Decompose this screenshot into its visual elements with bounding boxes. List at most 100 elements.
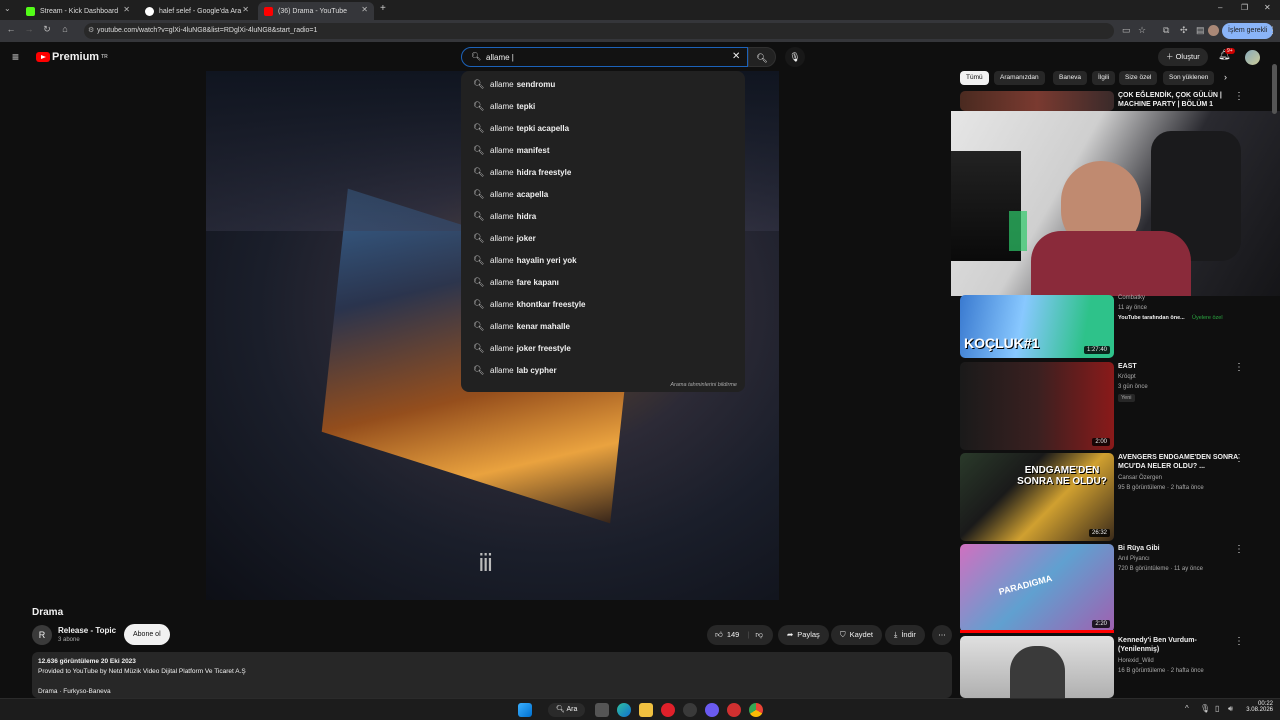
task-view-icon[interactable] bbox=[595, 703, 609, 717]
video-thumbnail[interactable]: 2:00 bbox=[960, 362, 1114, 450]
address-bar[interactable]: ⚙ youtube.com/watch?v=glXi-4luNG8&list=R… bbox=[84, 23, 1114, 39]
clock[interactable]: 00:22 3.08.2026 bbox=[1245, 701, 1273, 713]
chip-3[interactable]: İlgili bbox=[1092, 71, 1116, 85]
more-vert-icon[interactable]: ⋮ bbox=[1234, 91, 1244, 102]
tab-google-search[interactable]: halef selef - Google'da Ara ✕ bbox=[139, 2, 255, 20]
chip-0[interactable]: Tümü bbox=[960, 71, 989, 85]
puzzle-icon[interactable]: ✣ bbox=[1180, 25, 1188, 36]
file-explorer-icon[interactable] bbox=[639, 703, 653, 717]
video-thumbnail[interactable] bbox=[960, 636, 1114, 698]
edge-icon[interactable] bbox=[617, 703, 631, 717]
account-avatar[interactable] bbox=[1245, 50, 1260, 65]
new-tab-button[interactable]: + bbox=[380, 3, 386, 14]
channel-avatar[interactable]: R bbox=[32, 625, 52, 645]
install-app-icon[interactable]: ▭ bbox=[1122, 25, 1131, 36]
app-icon[interactable] bbox=[727, 703, 741, 717]
related-video-5[interactable]: PARADIGMA 2:20 Bi Rüya Gibi Anıl Piyancı… bbox=[960, 544, 1270, 634]
youtube-premium-logo[interactable]: Premium TR bbox=[36, 51, 108, 63]
create-button[interactable]: ＋ Oluştur bbox=[1158, 48, 1208, 66]
dislike-icon[interactable]: 👎︎ bbox=[755, 625, 763, 645]
discord-icon[interactable] bbox=[705, 703, 719, 717]
more-vert-icon[interactable]: ⋮ bbox=[1234, 362, 1244, 373]
close-window-button[interactable]: ✕ bbox=[1264, 3, 1271, 12]
back-icon[interactable]: ← bbox=[4, 24, 18, 34]
video-thumbnail[interactable] bbox=[960, 91, 1114, 111]
channel-name[interactable]: Release - Topic bbox=[58, 626, 116, 635]
search-suggestion-item[interactable]: 🔍︎ allame hidra freestyle bbox=[461, 161, 745, 183]
search-suggestion-item[interactable]: 🔍︎ allame tepki bbox=[461, 95, 745, 117]
video-thumbnail[interactable]: KOÇLUK#1 1:27:40 bbox=[960, 295, 1114, 358]
related-video-6[interactable]: Kennedy'i Ben Vurdum-(Yenilenmiş) Horexi… bbox=[960, 636, 1270, 698]
minimize-button[interactable]: – bbox=[1218, 3, 1222, 12]
search-suggestion-item[interactable]: 🔍︎ allame khontkar freestyle bbox=[461, 293, 745, 315]
home-icon[interactable]: ⌂ bbox=[58, 24, 72, 34]
related-video-title[interactable]: Kennedy'i Ben Vurdum-(Yenilenmiş) bbox=[1118, 636, 1238, 654]
action-required-button[interactable]: İşlem gerekli bbox=[1222, 23, 1274, 39]
chevron-up-icon[interactable]: ^ bbox=[1185, 704, 1189, 713]
search-suggestion-item[interactable]: 🔍︎ allame joker freestyle bbox=[461, 337, 745, 359]
tab-youtube-drama[interactable]: (36) Drama - YouTube ✕ bbox=[258, 2, 374, 20]
description-box[interactable]: 12.636 görüntüleme 20 Eki 2023 Provided … bbox=[32, 652, 952, 698]
network-icon[interactable]: ▯ bbox=[1215, 704, 1219, 713]
more-vert-icon[interactable]: ⋮ bbox=[1234, 544, 1244, 555]
split-view-icon[interactable]: ▤ bbox=[1196, 25, 1205, 36]
profile-avatar[interactable] bbox=[1208, 25, 1219, 36]
related-video-title[interactable]: AVENGERS ENDGAME'DEN SONRA MCU'DA NELER … bbox=[1118, 453, 1238, 471]
related-video-title[interactable]: Bi Rüya Gibi bbox=[1118, 544, 1238, 553]
related-video-title[interactable]: ÇOK EĞLENDİK, ÇOK GÜLÜN | MACHINE PARTY … bbox=[1118, 91, 1238, 109]
video-thumbnail[interactable]: ENDGAME'DEN SONRA NE OLDU? 26:32 bbox=[960, 453, 1114, 541]
report-predictions-link[interactable]: Arama tahminlerini bildirme bbox=[670, 382, 737, 388]
search-suggestion-item[interactable]: 🔍︎ allame hayalin yeri yok bbox=[461, 249, 745, 271]
obs-icon[interactable] bbox=[683, 703, 697, 717]
more-menu-icon[interactable]: ⋮ bbox=[1268, 25, 1277, 36]
clear-search-icon[interactable]: ✕ bbox=[732, 51, 740, 62]
share-button[interactable]: ➦ Paylaş bbox=[778, 625, 829, 645]
chevron-right-icon[interactable]: › bbox=[1224, 72, 1227, 82]
bookmark-star-icon[interactable]: ☆ bbox=[1138, 25, 1146, 36]
close-tab-icon[interactable]: ✕ bbox=[242, 5, 249, 14]
more-actions-button[interactable]: ⋯ bbox=[932, 625, 952, 645]
search-suggestion-item[interactable]: 🔍︎ allame lab cypher bbox=[461, 359, 745, 381]
related-video-title[interactable]: EAST bbox=[1118, 362, 1238, 371]
tab-kick-dashboard[interactable]: Stream - Kick Dashboard ✕ bbox=[20, 2, 136, 20]
chip-4[interactable]: Size özel bbox=[1119, 71, 1158, 85]
search-suggestion-item[interactable]: 🔍︎ allame tepki acapella bbox=[461, 117, 745, 139]
more-vert-icon[interactable]: ⋮ bbox=[1234, 453, 1244, 464]
page-scrollbar[interactable] bbox=[1272, 64, 1277, 114]
search-suggestion-item[interactable]: 🔍︎ allame sendromu bbox=[461, 73, 745, 95]
more-vert-icon[interactable]: ⋮ bbox=[1234, 636, 1244, 647]
chip-2[interactable]: Baneva bbox=[1053, 71, 1088, 85]
chip-5[interactable]: Son yüklenen bbox=[1163, 71, 1215, 85]
search-suggestion-item[interactable]: 🔍︎ allame hidra bbox=[461, 205, 745, 227]
tab-list-icon[interactable]: ⌄ bbox=[4, 4, 11, 13]
windows-start-icon[interactable] bbox=[518, 703, 532, 717]
search-input[interactable]: 🔍︎ allame | ✕ bbox=[461, 47, 748, 67]
subscribe-button[interactable]: Abone ol bbox=[124, 624, 170, 645]
reload-icon[interactable]: ↻ bbox=[40, 24, 54, 35]
hamburger-menu-icon[interactable]: ≡ bbox=[12, 50, 19, 64]
chrome-icon[interactable] bbox=[749, 703, 763, 717]
forward-icon[interactable]: → bbox=[22, 24, 36, 34]
search-suggestion-item[interactable]: 🔍︎ allame fare kapanı bbox=[461, 271, 745, 293]
search-suggestion-item[interactable]: 🔍︎ allame kenar mahalle bbox=[461, 315, 745, 337]
close-tab-icon[interactable]: ✕ bbox=[123, 5, 130, 14]
opera-icon[interactable] bbox=[661, 703, 675, 717]
search-suggestion-item[interactable]: 🔍︎ allame joker bbox=[461, 227, 745, 249]
save-button[interactable]: ⛉ Kaydet bbox=[831, 625, 882, 645]
maximize-button[interactable]: ❐ bbox=[1241, 3, 1248, 12]
related-video-1[interactable]: ÇOK EĞLENDİK, ÇOK GÜLÜN | MACHINE PARTY … bbox=[960, 91, 1270, 111]
search-suggestion-item[interactable]: 🔍︎ allame acapella bbox=[461, 183, 745, 205]
like-icon[interactable]: 👍︎ bbox=[715, 625, 723, 645]
site-info-icon[interactable]: ⚙ bbox=[88, 23, 94, 39]
taskbar-search[interactable]: 🔍︎ Ara bbox=[548, 703, 586, 717]
mic-icon[interactable]: 🎙︎ bbox=[1200, 704, 1210, 713]
voice-search-button[interactable]: 🎙︎ bbox=[785, 47, 805, 67]
extension-icon[interactable]: ⧉ bbox=[1163, 25, 1169, 36]
like-count[interactable]: 149 bbox=[727, 625, 740, 645]
volume-icon[interactable]: 🔊︎ bbox=[1228, 704, 1233, 714]
close-tab-icon[interactable]: ✕ bbox=[361, 5, 368, 14]
search-button[interactable]: 🔍︎ bbox=[748, 47, 776, 67]
search-suggestion-item[interactable]: 🔍︎ allame manifest bbox=[461, 139, 745, 161]
related-video-3[interactable]: 2:00 EAST Kröqpt 3 gün önce Yeni ⋮ bbox=[960, 362, 1270, 452]
chip-1[interactable]: Aramanızdan bbox=[994, 71, 1045, 85]
